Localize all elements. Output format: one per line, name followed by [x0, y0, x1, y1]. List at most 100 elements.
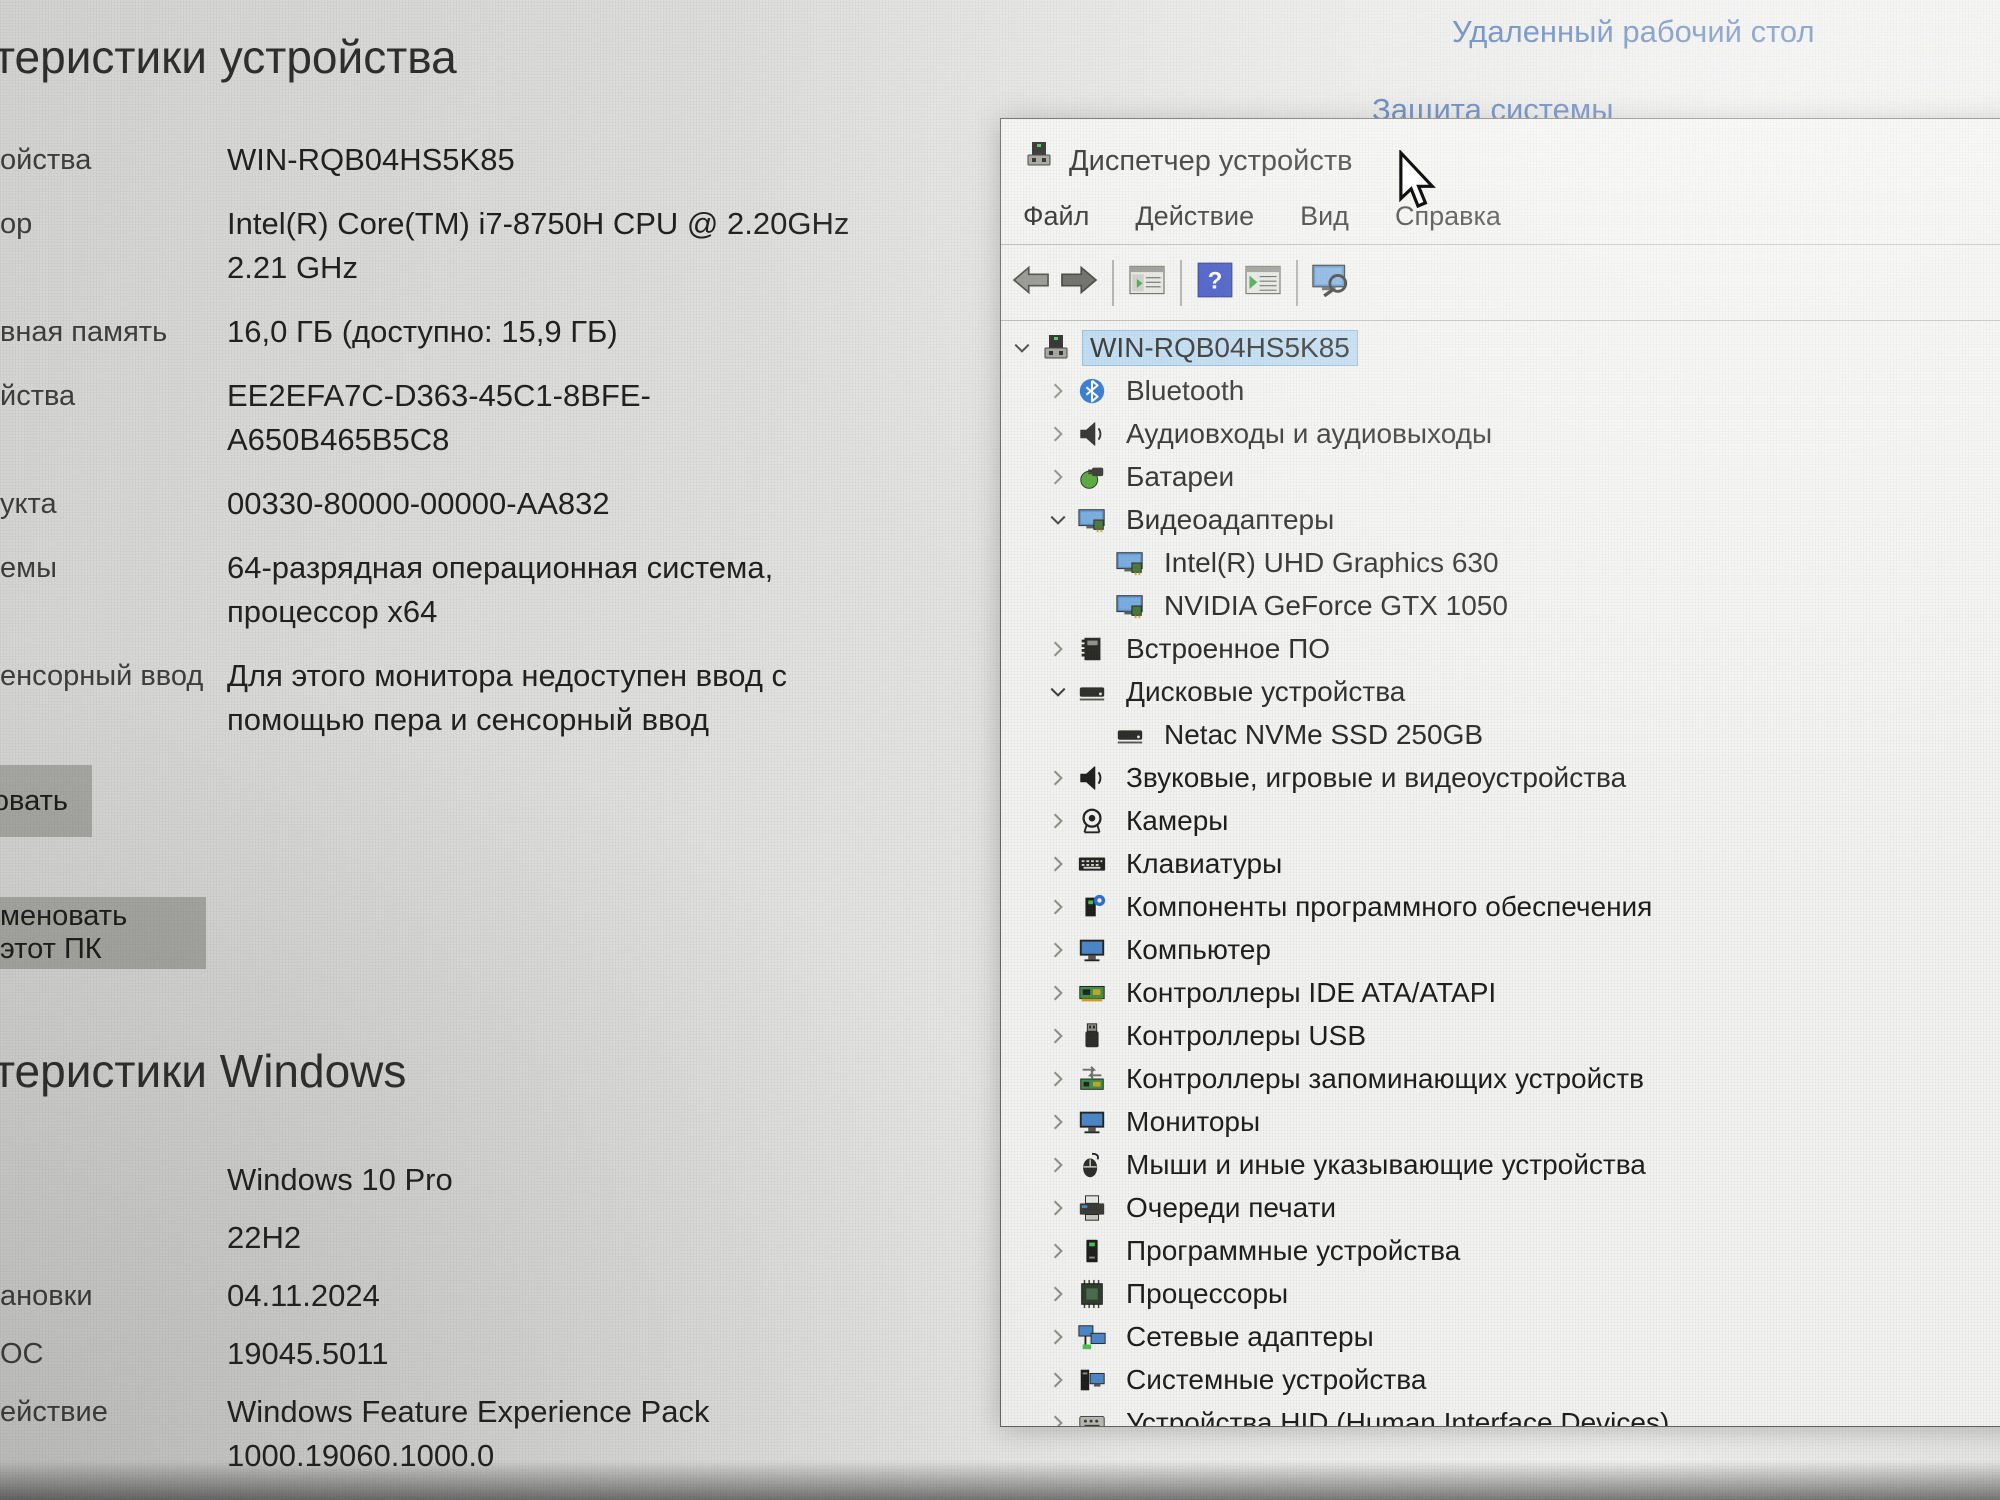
- spec-label: ействие: [0, 1390, 227, 1478]
- chevron-right-icon[interactable]: [1045, 1328, 1071, 1346]
- chevron-right-icon[interactable]: [1045, 425, 1071, 443]
- properties-button[interactable]: [1239, 256, 1287, 310]
- tree-item[interactable]: WIN-RQB04HS5K85: [1001, 326, 2000, 369]
- tree-item[interactable]: Дисковые устройства: [1001, 670, 2000, 713]
- chevron-right-icon[interactable]: [1045, 898, 1071, 916]
- device-spec-row: укта00330-80000-00000-AA832: [0, 482, 990, 526]
- spec-value: EE2EFA7C-D363-45C1-8BFE- A650B465B5C8: [227, 374, 651, 462]
- tree-item[interactable]: Процессоры: [1001, 1272, 2000, 1315]
- copy-button[interactable]: овать: [0, 765, 92, 837]
- device-specs-rows: ойстваWIN-RQB04HS5K85 орIntel(R) Core(TM)…: [0, 138, 990, 762]
- network-icon: [1075, 1321, 1109, 1353]
- tree-item-label: Устройства HID (Human Interface Devices): [1119, 1406, 1676, 1427]
- windows-spec-row: ействиеWindows Feature Experience Pack 1…: [0, 1390, 990, 1478]
- spec-value: WIN-RQB04HS5K85: [227, 138, 515, 182]
- rename-pc-button-label: меновать этот ПК: [0, 900, 182, 966]
- tree-item-label: Батареи: [1119, 460, 1241, 494]
- tree-item[interactable]: Системные устройства: [1001, 1358, 2000, 1401]
- tree-item[interactable]: Камеры: [1001, 799, 2000, 842]
- tree-item-label: Bluetooth: [1119, 374, 1251, 408]
- tree-item[interactable]: Bluetooth: [1001, 369, 2000, 412]
- chevron-down-icon[interactable]: [1009, 339, 1035, 357]
- windows-specs-rows: Windows 10 Pro22H2ановки04.11.2024ОС1904…: [0, 1158, 990, 1492]
- tree-item-label: Системные устройства: [1119, 1363, 1433, 1397]
- chevron-right-icon[interactable]: [1045, 640, 1071, 658]
- tree-item[interactable]: Клавиатуры: [1001, 842, 2000, 885]
- tree-item[interactable]: Контроллеры IDE ATA/ATAPI: [1001, 971, 2000, 1014]
- software-device-icon: [1075, 1235, 1109, 1267]
- tree-item[interactable]: NVIDIA GeForce GTX 1050: [1001, 584, 2000, 627]
- show-console-tree-button[interactable]: [1123, 256, 1171, 310]
- spec-label: укта: [0, 482, 227, 526]
- chevron-right-icon[interactable]: [1045, 984, 1071, 1002]
- tree-item[interactable]: Батареи: [1001, 455, 2000, 498]
- chevron-right-icon[interactable]: [1045, 1070, 1071, 1088]
- chevron-right-icon[interactable]: [1045, 1414, 1071, 1427]
- chevron-down-icon[interactable]: [1045, 683, 1071, 701]
- toolbar-separator: [1296, 260, 1298, 306]
- remote-desktop-link[interactable]: Удаленный рабочий стол: [1452, 14, 1815, 50]
- chevron-right-icon[interactable]: [1045, 1156, 1071, 1174]
- tree-item[interactable]: Intel(R) UHD Graphics 630: [1001, 541, 2000, 584]
- tree-item-label: Мониторы: [1119, 1105, 1267, 1139]
- menu-item[interactable]: Вид: [1300, 201, 1349, 232]
- storage-icon: [1075, 1063, 1109, 1095]
- chevron-right-icon[interactable]: [1045, 382, 1071, 400]
- printer-icon: [1075, 1192, 1109, 1224]
- device-spec-row: орIntel(R) Core(TM) i7-8750H CPU @ 2.20G…: [0, 202, 990, 290]
- tree-item[interactable]: Устройства HID (Human Interface Devices): [1001, 1401, 2000, 1426]
- tree-item[interactable]: Контроллеры запоминающих устройств: [1001, 1057, 2000, 1100]
- back-button[interactable]: [1007, 256, 1055, 310]
- chevron-right-icon[interactable]: [1045, 468, 1071, 486]
- chevron-right-icon[interactable]: [1045, 1242, 1071, 1260]
- chevron-right-icon[interactable]: [1045, 1371, 1071, 1389]
- tree-item-label: NVIDIA GeForce GTX 1050: [1157, 589, 1515, 623]
- tree-item[interactable]: Компьютер: [1001, 928, 2000, 971]
- tree-item[interactable]: Очереди печати: [1001, 1186, 2000, 1229]
- title-bar[interactable]: Диспетчер устройств: [1001, 119, 2000, 189]
- tree-item[interactable]: Мониторы: [1001, 1100, 2000, 1143]
- tree-item-label: Контроллеры IDE ATA/ATAPI: [1119, 976, 1503, 1010]
- help-button[interactable]: ?: [1191, 256, 1239, 310]
- spec-label: ойства: [0, 138, 227, 182]
- tree-item[interactable]: Компоненты программного обеспечения: [1001, 885, 2000, 928]
- menu-item[interactable]: Файл: [1023, 201, 1089, 232]
- tree-item[interactable]: Контроллеры USB: [1001, 1014, 2000, 1057]
- chevron-right-icon[interactable]: [1045, 812, 1071, 830]
- camera-icon: [1075, 805, 1109, 837]
- menu-item[interactable]: Справка: [1395, 201, 1501, 232]
- keyboard-icon: [1075, 848, 1109, 880]
- tree-item[interactable]: Видеоадаптеры: [1001, 498, 2000, 541]
- scan-hardware-changes-button[interactable]: [1307, 256, 1355, 310]
- monitor-icon: [1075, 1106, 1109, 1138]
- chevron-right-icon[interactable]: [1045, 1199, 1071, 1217]
- tree-item[interactable]: Сетевые адаптеры: [1001, 1315, 2000, 1358]
- spec-label: емы: [0, 546, 227, 634]
- tree-item[interactable]: Встроенное ПО: [1001, 627, 2000, 670]
- chevron-down-icon[interactable]: [1045, 511, 1071, 529]
- chevron-right-icon[interactable]: [1045, 1285, 1071, 1303]
- rename-pc-button[interactable]: меновать этот ПК: [0, 897, 206, 969]
- toolbar: ?: [1001, 245, 2000, 321]
- tree-item-label: Очереди печати: [1119, 1191, 1343, 1225]
- device-specs-heading: теристики устройства: [0, 30, 457, 84]
- forward-button[interactable]: [1055, 256, 1103, 310]
- display-icon: [1113, 547, 1147, 579]
- tree-item[interactable]: Программные устройства: [1001, 1229, 2000, 1272]
- chevron-right-icon[interactable]: [1045, 1113, 1071, 1131]
- chevron-right-icon[interactable]: [1045, 769, 1071, 787]
- chevron-right-icon[interactable]: [1045, 855, 1071, 873]
- spec-label: [0, 1158, 227, 1202]
- chevron-right-icon[interactable]: [1045, 941, 1071, 959]
- chevron-right-icon[interactable]: [1045, 1027, 1071, 1045]
- tree-item[interactable]: Netac NVMe SSD 250GB: [1001, 713, 2000, 756]
- tree-item[interactable]: Мыши и иные указывающие устройства: [1001, 1143, 2000, 1186]
- tree-item-label: Клавиатуры: [1119, 847, 1289, 881]
- tree-item[interactable]: Звуковые, игровые и видеоустройства: [1001, 756, 2000, 799]
- spec-label: ановки: [0, 1274, 227, 1318]
- monitor-search-icon: [1310, 263, 1352, 302]
- tree-item[interactable]: Аудиовходы и аудиовыходы: [1001, 412, 2000, 455]
- tree-item-label: Дисковые устройства: [1119, 675, 1412, 709]
- menu-item[interactable]: Действие: [1135, 201, 1254, 232]
- tree-item-label: Аудиовходы и аудиовыходы: [1119, 417, 1499, 451]
